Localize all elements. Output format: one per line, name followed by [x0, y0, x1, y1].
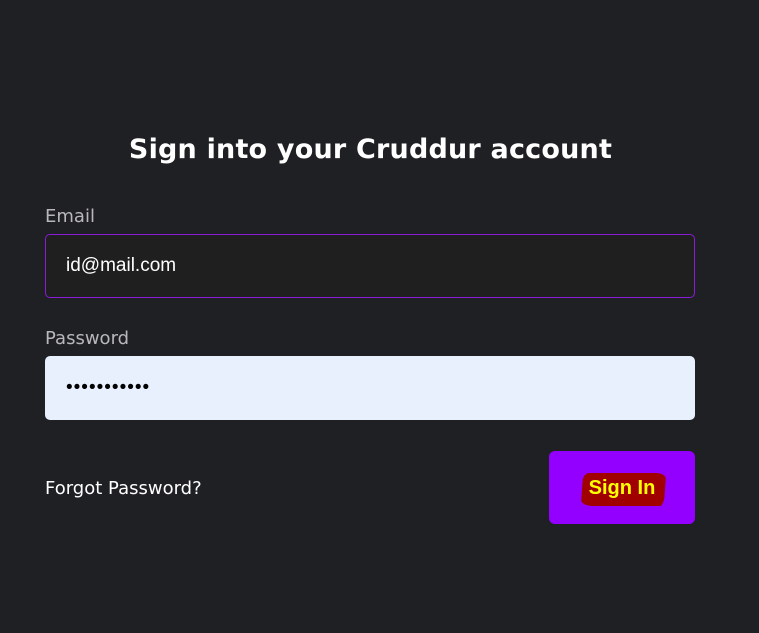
password-label: Password: [45, 328, 130, 349]
email-label: Email: [45, 206, 95, 227]
sign-in-button[interactable]: Sign In: [549, 451, 695, 524]
password-field[interactable]: [45, 356, 695, 420]
sign-in-page: Sign into your Cruddur account Email Pas…: [0, 0, 759, 633]
page-title: Sign into your Cruddur account: [128, 134, 613, 165]
email-field[interactable]: [45, 234, 695, 298]
sign-in-label: Sign In: [588, 477, 656, 499]
forgot-password-link[interactable]: Forgot Password?: [45, 478, 202, 499]
